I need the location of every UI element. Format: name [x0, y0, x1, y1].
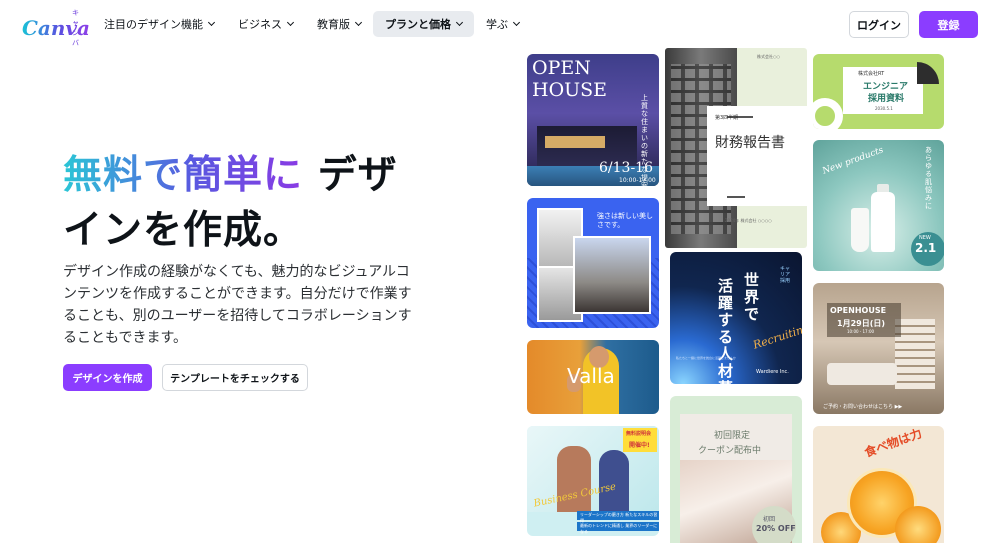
badge-line2: 開催中! [629, 442, 650, 449]
menu-label: プランと価格 [385, 18, 451, 31]
badge-line1: 無料説明会 [626, 431, 652, 437]
create-design-button[interactable]: デザインを作成 [63, 364, 152, 391]
hero-title: 無料で簡単に デザインを作成。 [63, 148, 423, 258]
card-date: 6/13-16 [599, 160, 653, 176]
sofa-shape [827, 363, 897, 385]
chevron-down-icon [455, 18, 464, 27]
template-card-recruiting[interactable]: 世界で 活躍する人材募集！ キャリア採用 Recruiting 私たちと一緒に世… [670, 252, 802, 384]
chevron-down-icon [512, 18, 521, 27]
template-card-food[interactable]: 食べ物は力 [813, 426, 944, 543]
card-title-line1: 初回限定 [714, 431, 751, 441]
card-company: 株式会社○○ [757, 54, 780, 59]
badge-date: 2.1 [915, 241, 937, 255]
menu-label: 教育版 [317, 18, 350, 31]
corner-shape [917, 62, 939, 84]
top-navigation: キャンバ Canva 注目のデザイン機能 ビジネス 教育版 プランと価格 学ぶ … [0, 0, 1000, 48]
card-title: OPEN HOUSE [532, 57, 608, 101]
orange-slice [895, 506, 941, 543]
chevron-down-icon [286, 18, 295, 27]
hero-title-highlight: 無料で簡単に [63, 153, 304, 198]
chevron-down-icon [207, 18, 216, 27]
browse-templates-button[interactable]: テンプレートをチェックする [162, 364, 308, 391]
canva-logo[interactable]: キャンバ Canva [22, 8, 90, 47]
menu-label: 学ぶ [486, 18, 508, 31]
main-menu: 注目のデザイン機能 ビジネス 教育版 プランと価格 学ぶ [92, 11, 531, 37]
card-script: Recruiting [751, 321, 802, 352]
card-title-line2: 活躍する人材募集！ [718, 277, 734, 385]
product-bottle [871, 192, 895, 252]
login-button[interactable]: ログイン [849, 11, 909, 38]
card-small-text: 私たちと一緒に世界を舞台に活躍しませんか [676, 356, 736, 360]
menu-item-learn[interactable]: 学ぶ [474, 11, 531, 37]
card-title: 食べ物は力 [862, 426, 924, 460]
menu-label: ビジネス [238, 18, 282, 31]
signup-button[interactable]: 登録 [919, 11, 978, 38]
card-date: 2030.5.1 [875, 106, 893, 111]
card-brand: Valla [567, 364, 615, 388]
template-card-finance-report[interactable]: 株式会社○○ 第3四半期 財務報告書 2024年 株式会社 ○○○○ [665, 48, 807, 248]
template-card-cosmetics[interactable]: New products あらゆる肌悩みに NEW 2.1 [813, 140, 944, 271]
card-vertical-text: あらゆる肌悩みに [925, 146, 932, 210]
badge-label: 初回 [763, 516, 776, 523]
photo-frame [573, 236, 651, 314]
menu-item-features[interactable]: 注目のデザイン機能 [92, 11, 226, 37]
menu-item-business[interactable]: ビジネス [226, 11, 305, 37]
card-company: 株式会社RT [858, 71, 885, 77]
card-subtitle: 第3四半期 [715, 115, 739, 121]
card-footer: 2024年 株式会社 ○○○○ [725, 218, 772, 223]
hero-description: デザイン作成の経験がなくても、魅力的なビジュアルコンテンツを作成することができま… [63, 264, 412, 346]
card-company: Wardiere Inc. [756, 369, 789, 375]
template-card-fitness[interactable]: 強さは新しい美しさです。 [527, 198, 659, 328]
template-card-open-house[interactable]: OPEN HOUSE 上質な住まいの新たな提案 6/13-16 10:00-17… [527, 54, 659, 186]
card-title: 財務報告書 [715, 135, 785, 151]
menu-item-education[interactable]: 教育版 [305, 11, 373, 37]
ring-shape [813, 98, 843, 129]
chevron-down-icon [354, 18, 363, 27]
stair-shape [895, 319, 935, 389]
template-card-engineer-recruit[interactable]: 株式会社RT エンジニア 採用資料 2030.5.1 [813, 54, 944, 129]
card-side-text: キャリア採用 [780, 266, 791, 284]
strip-text: 最新のトレンドに精通し 業界のリーダーになる [580, 523, 658, 534]
card-time: 10:00-17:00 [619, 177, 656, 184]
template-card-interior-openhouse[interactable]: OPENHOUSE 1月29日(日) 10:00 - 17:00 ご予約・お問い… [813, 283, 944, 414]
divider-line [727, 196, 745, 198]
card-title-line1: 世界で [744, 271, 760, 323]
menu-item-pricing[interactable]: プランと価格 [373, 11, 474, 37]
card-title-line2: 採用資料 [868, 94, 905, 104]
template-card-coupon[interactable]: 初回限定 クーポン配布中 初回 20% OFF [670, 396, 802, 543]
menu-label: 注目のデザイン機能 [104, 18, 203, 31]
badge-value: 20% OFF [756, 524, 796, 533]
window-light [545, 136, 605, 148]
card-text: 強さは新しい美しさです。 [597, 212, 653, 229]
card-title: OPENHOUSE [830, 306, 887, 315]
card-time: 10:00 - 17:00 [847, 329, 875, 334]
template-card-business-course[interactable]: 無料説明会 開催中! Business Course リーダーシップの磨き方 新… [527, 426, 659, 536]
card-title-line2: クーポン配布中 [698, 446, 762, 456]
card-script: New products [821, 145, 885, 177]
title-panel [707, 106, 807, 206]
card-date: 1月29日(日) [837, 319, 886, 328]
template-card-valla[interactable]: Valla [527, 340, 659, 414]
product-tube [851, 208, 869, 252]
card-footer: ご予約・お問い合わせはこちら ▶▶ [823, 404, 903, 410]
logo-wordmark: Canva [22, 16, 90, 40]
